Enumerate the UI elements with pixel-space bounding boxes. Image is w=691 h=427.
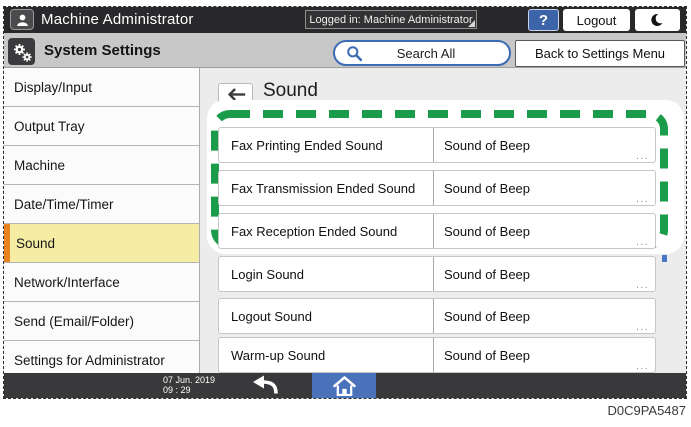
back-button[interactable]: [218, 83, 253, 106]
setting-row[interactable]: Warm-up SoundSound of Beep...: [218, 337, 656, 373]
sidebar-item-label: Machine: [14, 158, 65, 173]
sidebar-item-display-input[interactable]: Display/Input: [4, 68, 199, 107]
back-arrow-icon: [225, 87, 247, 102]
login-status-label: Logged in: Machine Administrator: [309, 14, 472, 26]
system-footer-bar: 07 Jun. 201909 : 29: [4, 373, 686, 398]
sidebar-item-date-time-timer[interactable]: Date/Time/Timer: [4, 185, 199, 224]
setting-value-text: Sound of Beep: [444, 181, 530, 196]
settings-category-sidebar: Display/Input Output Tray Machine Date/Time…: [4, 68, 200, 373]
setting-row[interactable]: Fax Transmission Ended SoundSound of Bee…: [218, 170, 656, 206]
user-avatar: [10, 9, 34, 30]
logout-label: Logout: [577, 13, 617, 28]
person-icon: [15, 13, 30, 27]
setting-value-text: Sound of Beep: [444, 309, 530, 324]
return-arrow-icon: [250, 375, 280, 396]
datetime-display: 07 Jun. 201909 : 29: [163, 375, 215, 395]
setting-row-value: Sound of Beep...: [434, 257, 655, 291]
gear-icon: [11, 41, 33, 63]
corner-fold-icon: [468, 20, 475, 27]
setting-row-label: Warm-up Sound: [219, 338, 434, 372]
back-to-settings-menu-label: Back to Settings Menu: [535, 46, 665, 61]
sidebar-item-network-interface[interactable]: Network/Interface: [4, 263, 199, 302]
sidebar-item-sound[interactable]: Sound: [4, 224, 199, 263]
top-bar: Machine Administrator Logged in: Machine…: [4, 7, 686, 33]
page-title: System Settings: [44, 33, 161, 68]
main-list-scrollbar[interactable]: [662, 255, 667, 262]
return-button[interactable]: [244, 373, 286, 398]
sound-settings-panel: Sound Fax Printing Ended SoundSound of B…: [201, 68, 686, 373]
energy-saver-button[interactable]: [635, 9, 680, 31]
setting-row-value: Sound of Beep...: [434, 128, 655, 162]
sidebar-item-label: Display/Input: [14, 80, 92, 95]
setting-row[interactable]: Fax Printing Ended SoundSound of Beep...: [218, 127, 656, 163]
figure-reference-label: D0C9PA5487: [607, 403, 686, 418]
setting-value-text: Sound of Beep: [444, 267, 530, 282]
setting-row-value: Sound of Beep...: [434, 214, 655, 248]
setting-row-value: Sound of Beep...: [434, 338, 655, 372]
sidebar-item-label: Sound: [16, 236, 55, 251]
login-status-dropdown[interactable]: Logged in: Machine Administrator: [305, 10, 477, 29]
setting-row-label: Login Sound: [219, 257, 434, 291]
setting-value-text: Sound of Beep: [444, 224, 530, 239]
device-screen: Machine Administrator Logged in: Machine…: [3, 6, 687, 399]
setting-row-label: Logout Sound: [219, 299, 434, 333]
search-label: Search All: [363, 46, 509, 61]
setting-row-value: Sound of Beep...: [434, 171, 655, 205]
search-icon: [346, 45, 363, 62]
setting-row[interactable]: Fax Reception Ended SoundSound of Beep..…: [218, 213, 656, 249]
setting-value-text: Sound of Beep: [444, 138, 530, 153]
setting-row-label: Fax Reception Ended Sound: [219, 214, 434, 248]
more-options-dots-icon: ...: [636, 152, 649, 162]
sidebar-item-send-email-folder[interactable]: Send (Email/Folder): [4, 302, 199, 341]
logout-button[interactable]: Logout: [563, 9, 630, 31]
more-options-dots-icon: ...: [636, 238, 649, 248]
system-settings-icon-box: [8, 38, 35, 65]
logged-in-user-title: Machine Administrator: [41, 7, 194, 33]
more-options-dots-icon: ...: [636, 323, 649, 333]
sidebar-item-label: Date/Time/Timer: [14, 197, 114, 212]
setting-row-label: Fax Printing Ended Sound: [219, 128, 434, 162]
sidebar-item-label: Send (Email/Folder): [14, 314, 134, 329]
sidebar-item-label: Settings for Administrator: [14, 353, 165, 368]
settings-header-bar: System Settings Search All Back to Setti…: [4, 33, 686, 68]
home-icon: [333, 376, 356, 396]
more-options-dots-icon: ...: [636, 281, 649, 291]
sidebar-item-label: Network/Interface: [14, 275, 120, 290]
sidebar-item-machine[interactable]: Machine: [4, 146, 199, 185]
setting-row[interactable]: Login SoundSound of Beep...: [218, 256, 656, 292]
more-options-dots-icon: ...: [636, 195, 649, 205]
setting-row[interactable]: Logout SoundSound of Beep...: [218, 298, 656, 334]
sidebar-item-label: Output Tray: [14, 119, 85, 134]
setting-value-text: Sound of Beep: [444, 348, 530, 363]
help-button[interactable]: ?: [528, 9, 559, 31]
help-label: ?: [539, 12, 548, 29]
back-to-settings-menu-button[interactable]: Back to Settings Menu: [515, 40, 685, 67]
search-all-button[interactable]: Search All: [333, 40, 511, 66]
setting-row-label: Fax Transmission Ended Sound: [219, 171, 434, 205]
setting-row-value: Sound of Beep...: [434, 299, 655, 333]
sidebar-item-output-tray[interactable]: Output Tray: [4, 107, 199, 146]
moon-icon: [649, 11, 667, 29]
more-options-dots-icon: ...: [636, 362, 649, 372]
home-button[interactable]: [312, 373, 376, 398]
sidebar-item-settings-for-administrator[interactable]: Settings for Administrator: [4, 341, 199, 373]
date-label: 07 Jun. 2019: [163, 375, 215, 385]
panel-title: Sound: [263, 80, 318, 102]
time-label: 09 : 29: [163, 385, 191, 395]
